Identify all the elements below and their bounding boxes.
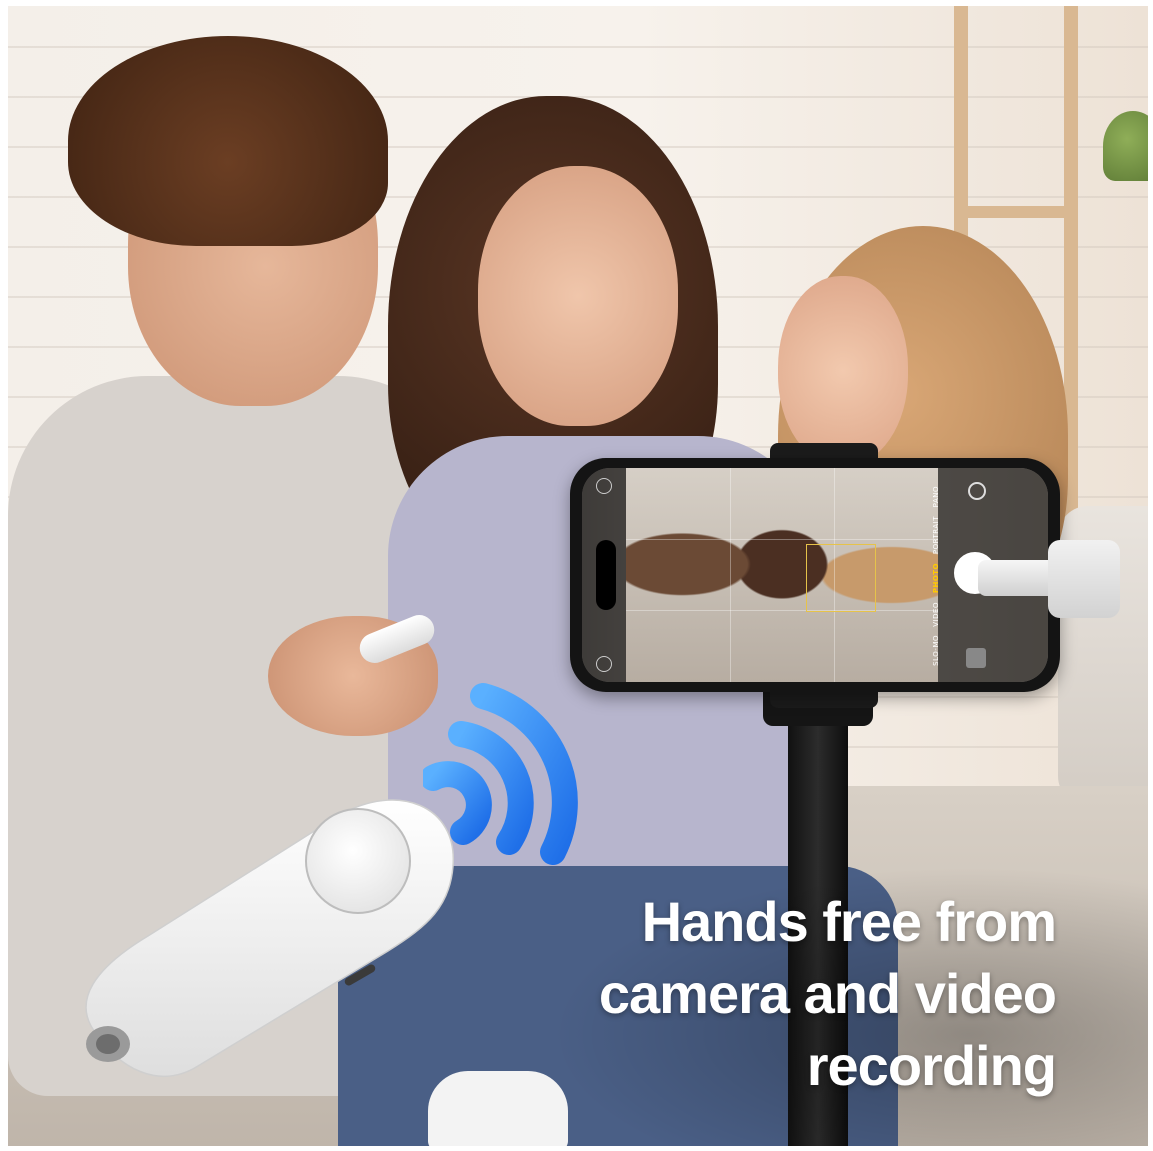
flash-icon: [596, 478, 612, 494]
girl-face: [778, 276, 908, 466]
mode-slo-mo: SLO-MO: [932, 635, 940, 666]
mode-pano: PANO: [932, 486, 940, 508]
camera-left-bar: [582, 468, 626, 682]
live-photo-icon: [596, 656, 612, 672]
headline-line-2: camera and video: [598, 962, 1057, 1025]
headline-line-3: recording: [806, 1034, 1057, 1097]
phone-side-clamp: [1048, 540, 1120, 618]
remote-shutter-button: [305, 808, 411, 914]
man-hair: [68, 36, 388, 246]
focus-box: [806, 544, 876, 612]
camera-flip-icon: [968, 482, 986, 500]
gallery-thumbnail: [966, 648, 986, 668]
wooden-ladder-step: [954, 206, 1078, 218]
product-image: PANO PORTRAIT PHOTO VIDEO SLO-MO Hands f…: [8, 6, 1148, 1146]
camera-mode-list: PANO PORTRAIT PHOTO VIDEO SLO-MO: [926, 486, 946, 666]
grid-line: [730, 468, 731, 682]
bluetooth-remote-shutter: [85, 799, 454, 1077]
phone-notch: [596, 540, 616, 610]
mode-portrait: PORTRAIT: [932, 516, 940, 555]
mode-photo: PHOTO: [932, 562, 940, 593]
camera-preview: [626, 468, 938, 682]
woman-face: [478, 166, 678, 426]
grid-line: [626, 539, 938, 540]
headline: Hands free from camera and video recordi…: [496, 886, 1057, 1102]
headline-line-1: Hands free from: [641, 890, 1057, 953]
mode-video: VIDEO: [932, 601, 940, 627]
grid-line: [626, 610, 938, 611]
